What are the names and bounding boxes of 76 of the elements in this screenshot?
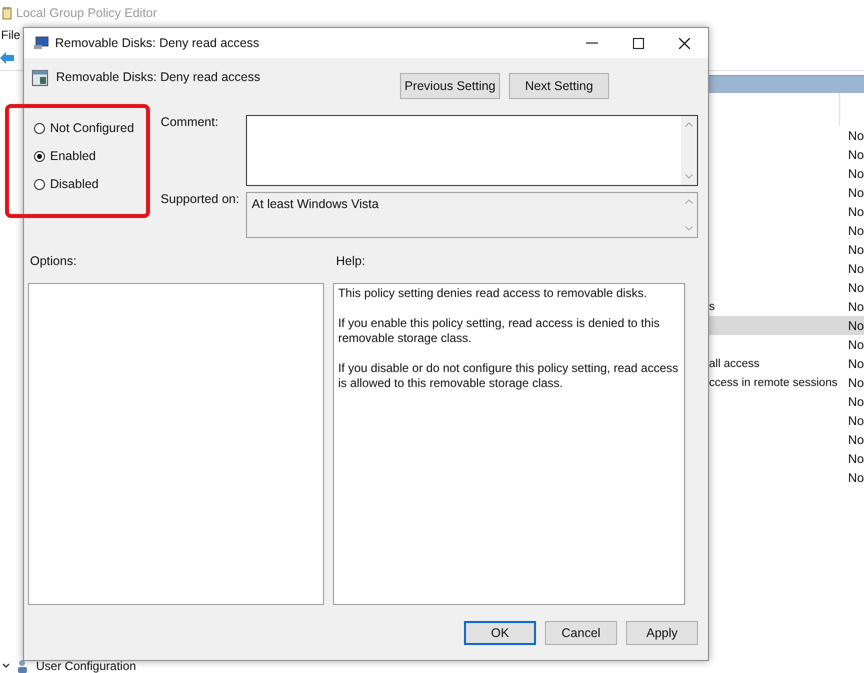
list-row[interactable]: No xyxy=(709,126,864,145)
setting-state: No xyxy=(848,356,864,370)
close-icon[interactable] xyxy=(679,38,690,48)
setting-state: No xyxy=(848,338,864,352)
list-row[interactable]: No xyxy=(709,240,864,259)
app-title: Local Group Policy Editor xyxy=(16,6,158,20)
options-label: Options: xyxy=(30,254,78,268)
setting-state: No xyxy=(848,300,864,314)
list-row[interactable]: No xyxy=(709,202,864,221)
list-row[interactable]: No xyxy=(709,259,864,278)
list-row[interactable]: ccess in remote sessions No xyxy=(709,373,864,392)
setting-state: No xyxy=(848,414,864,428)
setting-state: No xyxy=(848,394,864,408)
setting-name: ccess in remote sessions xyxy=(709,376,838,388)
radio-option[interactable]: Not Configured xyxy=(34,119,161,137)
notepad-icon xyxy=(2,6,12,20)
setting-state: No xyxy=(848,242,864,256)
help-paragraph: If you disable or do not configure this policy setting, read access is allowed to this removable storage class. xyxy=(338,361,680,391)
minimize-icon[interactable] xyxy=(586,42,598,44)
maximize-icon[interactable] xyxy=(633,38,644,48)
comment-label: Comment: xyxy=(160,115,220,129)
help-paragraph: This policy setting denies read access to removable disks. xyxy=(338,286,648,301)
setting-state: No xyxy=(848,318,864,332)
list-row[interactable]: No xyxy=(709,335,864,354)
setting-state: No xyxy=(848,128,864,142)
setting-state: No xyxy=(848,166,864,180)
scroll-up-icon[interactable] xyxy=(685,199,694,204)
back-arrow-icon[interactable] xyxy=(0,52,14,64)
menu-item[interactable]: File xyxy=(1,28,20,42)
nav-button[interactable]: Previous Setting xyxy=(400,73,500,99)
supported-text: At least Windows Vista xyxy=(252,197,379,213)
radio-option[interactable]: Enabled xyxy=(34,147,161,165)
dialog-button[interactable]: Cancel xyxy=(545,621,617,645)
computer-icon xyxy=(33,36,49,50)
scroll-down-icon[interactable] xyxy=(685,174,694,179)
list-row[interactable]: No xyxy=(709,316,864,335)
setting-state: No xyxy=(848,376,864,390)
setting-name: all access xyxy=(709,358,760,370)
dialog-button[interactable]: Apply xyxy=(626,621,698,645)
list-row[interactable]: No xyxy=(709,468,864,487)
setting-state: No xyxy=(848,470,864,484)
list-row[interactable]: No xyxy=(709,392,864,411)
setting-state: No xyxy=(848,432,864,446)
radio-option[interactable]: Disabled xyxy=(34,175,161,193)
list-row[interactable]: No xyxy=(709,183,864,202)
list-row[interactable]: No xyxy=(709,145,864,164)
user-icon xyxy=(16,659,30,673)
setting-state: No xyxy=(848,148,864,162)
list-row[interactable]: No xyxy=(709,221,864,240)
scroll-down-icon[interactable] xyxy=(685,226,694,231)
list-row[interactable]: No xyxy=(709,430,864,449)
setting-title: Removable Disks: Deny read access xyxy=(56,70,260,84)
help-paragraph: If you enable this policy setting, read access is denied to this removable storage class. xyxy=(338,316,661,346)
list-row[interactable]: No xyxy=(709,278,864,297)
list-row[interactable]: all access No xyxy=(709,354,864,373)
list-row[interactable]: No xyxy=(709,449,864,468)
dialog-title: Removable Disks: Deny read access xyxy=(55,36,260,50)
help-label: Help: xyxy=(336,254,366,268)
supported-label: Supported on: xyxy=(160,192,240,206)
setting-state: No xyxy=(848,224,864,238)
dialog-button[interactable]: OK xyxy=(464,621,536,645)
chevron-icon[interactable] xyxy=(2,663,10,669)
list-row[interactable]: No xyxy=(709,164,864,183)
setting-state: No xyxy=(848,452,864,466)
nav-button[interactable]: Next Setting xyxy=(509,73,609,99)
setting-state: No xyxy=(848,280,864,294)
setting-name: s xyxy=(709,300,715,312)
setting-state: No xyxy=(848,186,864,200)
tree-item[interactable]: User Configuration xyxy=(36,659,136,673)
setting-state: No xyxy=(848,262,864,276)
list-row[interactable]: s No xyxy=(709,297,864,316)
comment-field[interactable] xyxy=(246,115,698,186)
setting-state: No xyxy=(848,204,864,218)
policy-icon xyxy=(32,70,48,86)
scroll-up-icon[interactable] xyxy=(685,122,694,127)
list-row[interactable]: No xyxy=(709,411,864,430)
